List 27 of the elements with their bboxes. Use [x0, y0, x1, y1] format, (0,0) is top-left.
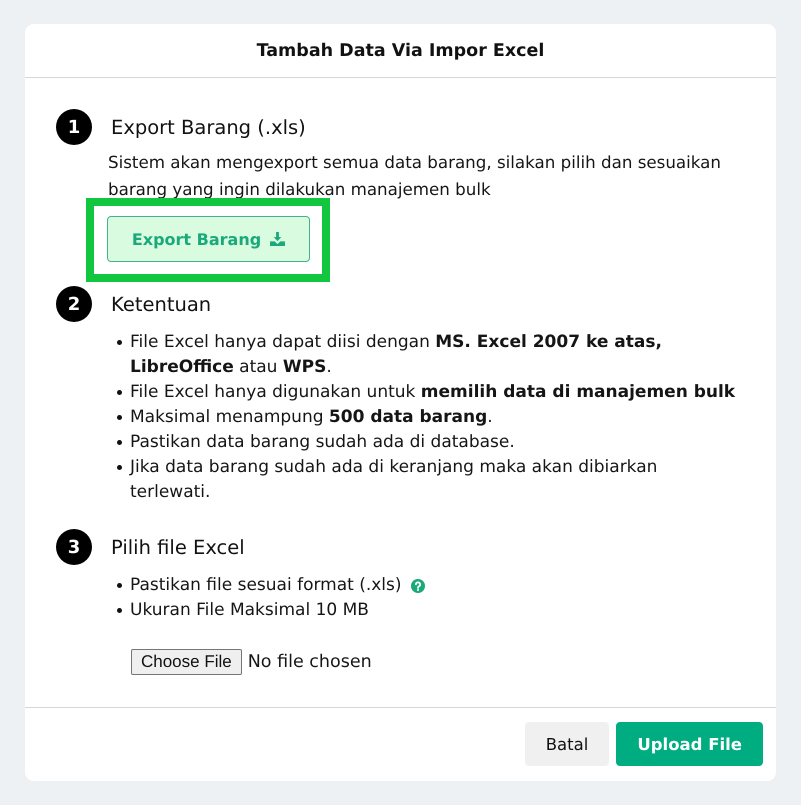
step-title: Pilih file Excel	[111, 536, 246, 558]
bullet-icon	[117, 583, 122, 588]
choose-file-button[interactable]: Choose File	[131, 649, 242, 675]
rule-text: Pastikan data barang sudah ada di database.	[130, 431, 515, 454]
rule-text: Jika data barang sudah ada di keranjang maka akan dibiarkan terlewati.	[130, 456, 658, 504]
step-title: Ketentuan	[111, 292, 212, 316]
bullet-icon	[117, 415, 122, 420]
dialog-title: Tambah Data Via Impor Excel	[256, 40, 544, 60]
requirement-text: Pastikan file sesuai format (.xls)	[130, 574, 402, 597]
bullet-icon	[117, 390, 122, 395]
bullet-icon	[117, 340, 122, 345]
bullet-icon	[117, 465, 122, 470]
help-icon[interactable]	[410, 578, 425, 592]
bullet-icon	[117, 608, 122, 613]
download-icon	[270, 232, 286, 246]
bullet-icon	[117, 440, 122, 445]
rule-text: File Excel hanya digunakan untuk memilih data di manajemen bulk	[130, 381, 736, 404]
file-status-text: No file chosen	[248, 652, 372, 672]
step-title: Export Barang (.xls)	[111, 116, 307, 138]
rule-text: Maksimal menampung 500 data barang.	[130, 406, 493, 429]
step-number: 1	[56, 109, 92, 145]
cancel-button[interactable]: Batal	[524, 722, 610, 766]
step-number: 2	[56, 286, 92, 322]
requirement-text: Ukuran File Maksimal 10 MB	[130, 599, 369, 622]
step-description: Sistem akan mengexport semua data barang, silakan pilih dan sesuaikan barang yang ingin dilakukan manajemen bulk	[108, 151, 722, 201]
rule-text: File Excel hanya dapat diisi dengan MS. Excel 2007 ke atas, LibreOffice atau WPS.	[130, 331, 663, 379]
step-number: 3	[56, 529, 92, 565]
